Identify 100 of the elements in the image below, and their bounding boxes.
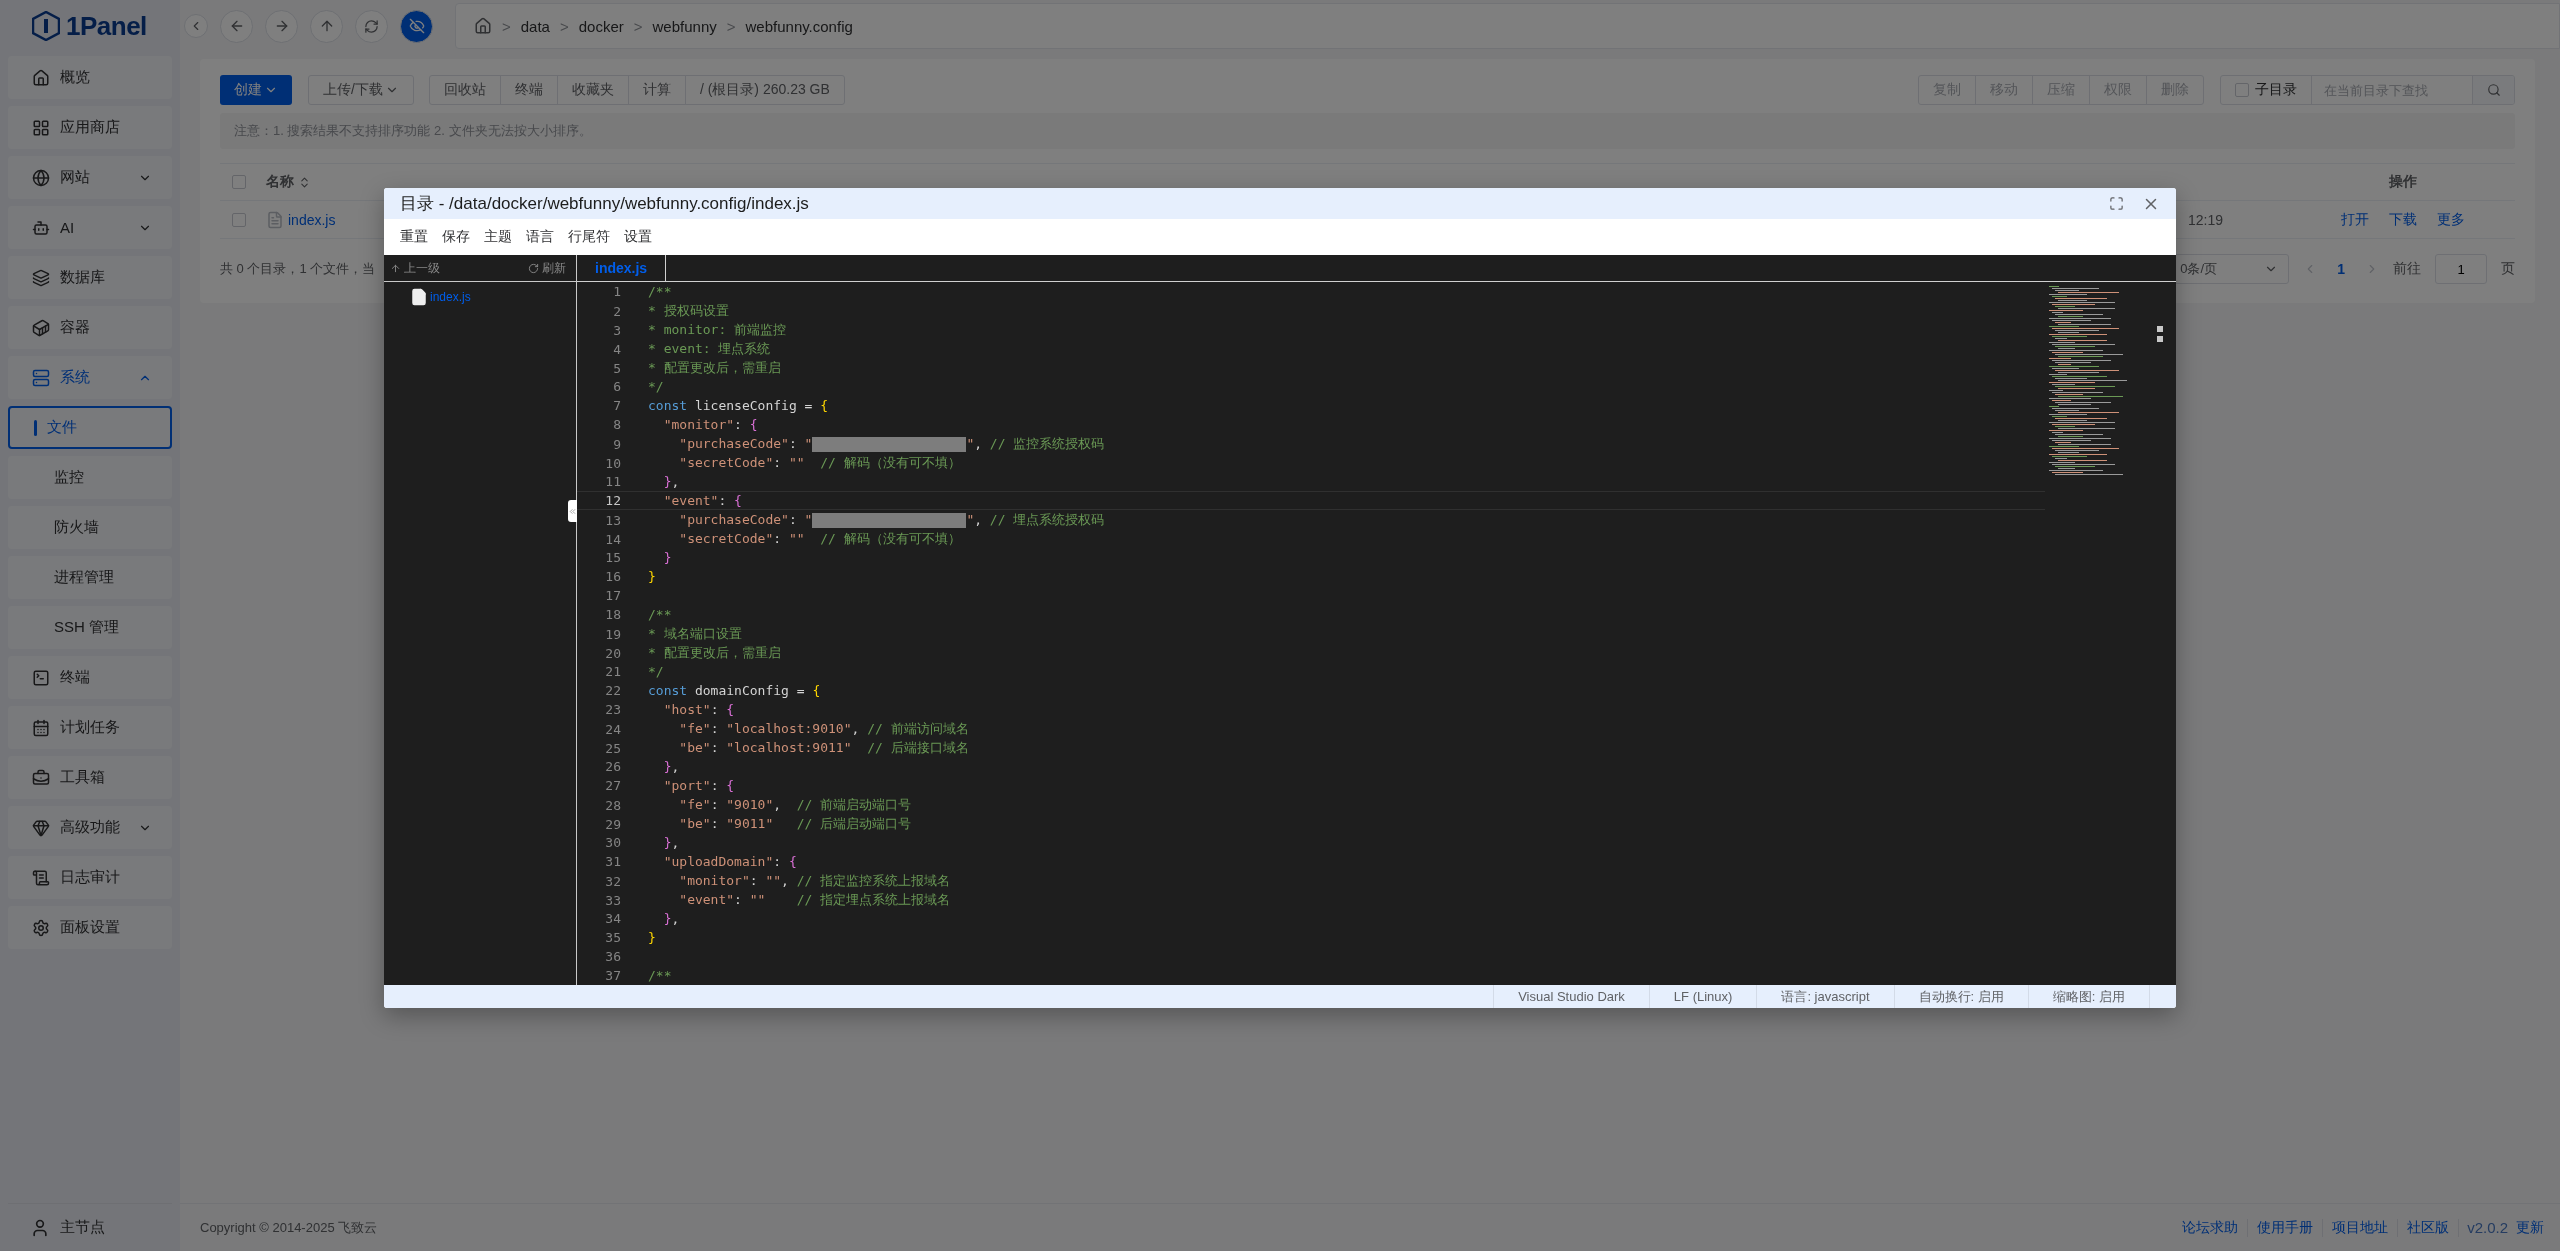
sidebar-item[interactable]: 网站 <box>8 156 172 199</box>
parent-dir-button[interactable]: 上一级 <box>390 259 440 277</box>
table-cell-text: 12:19 <box>2187 211 2225 228</box>
line-number: 9 <box>612 436 621 452</box>
sidebar-item[interactable]: 工具箱 <box>8 756 172 799</box>
line-number: 18 <box>604 607 621 622</box>
sort-icon[interactable] <box>298 175 311 189</box>
checkbox[interactable] <box>2235 83 2249 97</box>
sidebar-item[interactable]: 文件 <box>8 406 172 449</box>
row-action-link[interactable]: 更多 <box>2436 210 2465 229</box>
line-number: 3 <box>612 322 621 338</box>
line-number: 35 <box>604 930 621 945</box>
sidebar-item[interactable]: 系统 <box>8 356 172 399</box>
search-button[interactable] <box>2472 76 2514 104</box>
menu-item[interactable]: 行尾符 <box>568 228 610 246</box>
breadcrumb-link[interactable]: webfunny.config <box>745 17 853 35</box>
sidebar-item[interactable]: 应用商店 <box>8 106 172 149</box>
code-line: }, <box>662 911 681 926</box>
sidebar-item[interactable]: 监控 <box>8 456 172 499</box>
sidebar-item[interactable]: 计划任务 <box>8 706 172 749</box>
menu-item[interactable]: 主题 <box>484 228 512 246</box>
update-link[interactable]: 更新 <box>2516 1218 2544 1237</box>
status-item[interactable]: 缩略图: 启用 <box>2027 985 2150 1008</box>
sidebar-item[interactable]: 日志审计 <box>8 856 172 899</box>
create-button[interactable]: 创建 <box>220 75 292 105</box>
sidebar-item[interactable]: 防火墙 <box>8 506 172 549</box>
toolbar-button[interactable]: 收藏夹 <box>556 75 629 105</box>
sidebar-item[interactable]: 高级功能 <box>8 806 172 849</box>
menu-item[interactable]: 设置 <box>624 228 652 246</box>
checkbox[interactable] <box>232 212 246 227</box>
breadcrumb-separator: > <box>559 17 569 35</box>
line-number: 19 <box>604 626 621 642</box>
toolbar-button[interactable]: 计算 <box>627 75 686 105</box>
code-line: * 域名端口设置 <box>648 625 743 643</box>
toolbar-button[interactable]: 回收站 <box>428 75 501 105</box>
line-number: 37 <box>604 968 621 983</box>
checkbox[interactable] <box>232 175 246 189</box>
collapse-button[interactable] <box>184 14 208 38</box>
goto-label: 前往 <box>2393 260 2421 278</box>
code-line: "event": { <box>662 493 743 508</box>
menu-item[interactable]: 语言 <box>526 228 554 246</box>
toolbar-button[interactable]: 终端 <box>499 75 558 105</box>
code-line: * monitor: 前端监控 <box>648 321 788 339</box>
goto-field[interactable]: 1 <box>2435 254 2487 284</box>
refresh-button[interactable] <box>355 9 388 43</box>
code-line: * 配置更改后，需重启 <box>648 359 782 377</box>
sidebar-item[interactable]: SSH 管理 <box>8 606 172 649</box>
sidebar-item[interactable]: 进程管理 <box>8 556 172 599</box>
node-label[interactable]: 主节点 <box>60 1218 105 1237</box>
code-line: "monitor": "", // 指定监控系统上报域名 <box>678 872 952 890</box>
menu-item[interactable]: 保存 <box>442 228 470 246</box>
column-header[interactable]: 名称 <box>266 173 294 191</box>
file-name-link[interactable]: index.js <box>288 211 336 228</box>
sidebar-item[interactable]: AI <box>8 206 172 249</box>
back-button[interactable] <box>220 9 253 43</box>
breadcrumb-link[interactable]: data <box>520 17 550 35</box>
footer-link[interactable]: 社区版 <box>2398 1218 2460 1237</box>
menu-item[interactable]: 重置 <box>400 228 428 246</box>
code-line: "purchaseCode": " ", // 监控系统授权码 <box>678 435 1106 453</box>
sidebar-item[interactable]: 终端 <box>8 656 172 699</box>
file-icon <box>410 288 428 306</box>
line-number: 27 <box>604 778 621 793</box>
code-line: "fe": "localhost:9010", // 前端访问域名 <box>678 720 970 738</box>
status-item[interactable]: 自动换行: 启用 <box>1893 985 2028 1008</box>
footer-link[interactable]: 项目地址 <box>2323 1218 2399 1237</box>
page-number[interactable]: 1 <box>2331 261 2351 277</box>
footer-link[interactable]: 使用手册 <box>2248 1218 2324 1237</box>
hide-toggle-button[interactable] <box>400 9 433 43</box>
sidebar-item[interactable]: 概览 <box>8 56 172 99</box>
code-line: "event": "" // 指定埋点系统上报域名 <box>678 891 952 909</box>
logo-text: 1Panel <box>66 10 147 42</box>
column-header: 操作 <box>2387 173 2418 191</box>
fullscreen-icon[interactable] <box>2109 196 2124 211</box>
code-line: /** <box>648 607 673 622</box>
sidebar-item[interactable]: 面板设置 <box>8 906 172 949</box>
refresh-button[interactable]: 刷新 <box>528 259 566 277</box>
status-item[interactable]: Visual Studio Dark <box>1493 985 1649 1008</box>
tree-file-item[interactable]: index.js <box>384 282 576 306</box>
dialog-title: 目录 - /data/docker/webfunny/webfunny.config/index.js <box>400 193 810 215</box>
up-button[interactable] <box>310 9 343 43</box>
sidebar-item[interactable]: 容器 <box>8 306 172 349</box>
forward-button[interactable] <box>265 9 298 43</box>
line-number: 22 <box>604 683 621 698</box>
line-number: 25 <box>604 740 621 756</box>
upload-button[interactable]: 上传/下载 <box>308 75 414 105</box>
code-line: }, <box>662 759 681 774</box>
code-line: "monitor": { <box>662 417 759 432</box>
status-item[interactable]: 语言: javascript <box>1756 985 1894 1008</box>
home-icon[interactable] <box>474 17 492 35</box>
breadcrumb-separator: > <box>502 17 511 35</box>
container-icon <box>32 318 50 337</box>
collapse-handle[interactable] <box>568 500 577 522</box>
sidebar-item[interactable]: 数据库 <box>8 256 172 299</box>
row-action-link[interactable]: 下载 <box>2388 210 2417 229</box>
status-item[interactable]: LF (Linux) <box>1648 985 1757 1008</box>
breadcrumb-link[interactable]: docker <box>578 17 624 35</box>
robot-icon <box>32 218 50 237</box>
row-action-link[interactable]: 打开 <box>2340 210 2369 229</box>
breadcrumb-link[interactable]: webfunny <box>652 17 717 35</box>
footer-link[interactable]: 论坛求助 <box>2173 1218 2249 1237</box>
